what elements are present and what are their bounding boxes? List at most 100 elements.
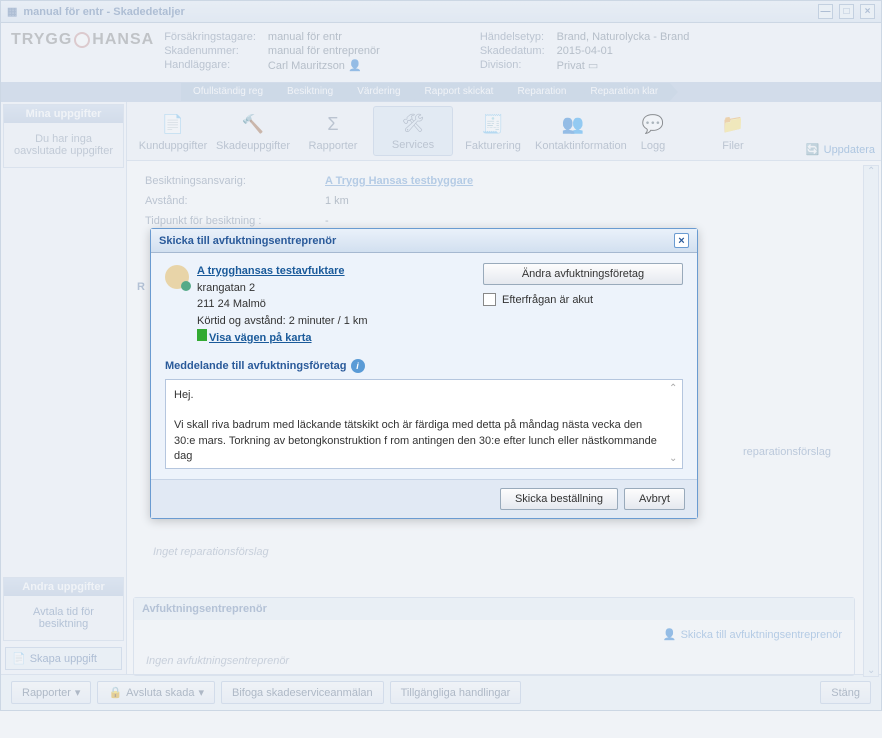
lock-icon: 🔒: [108, 686, 122, 699]
add-icon: 📄: [12, 652, 26, 665]
message-textarea[interactable]: Hej. Vi skall riva badrum med läckande t…: [165, 379, 683, 469]
invoice-icon: 🧾: [455, 112, 531, 136]
sigma-icon: Σ: [295, 112, 371, 136]
contractor-addr1: krangatan 2: [197, 282, 255, 294]
avfukt-head: Avfuktningsentreprenör: [134, 598, 854, 620]
bifoga-button[interactable]: Bifoga skadeserviceanmälan: [221, 681, 384, 704]
rep-link-partial: reparationsförslag: [743, 446, 831, 458]
rep-head-partial: R: [137, 281, 145, 293]
logo-circle-icon: [74, 32, 90, 48]
send-dialog: Skicka till avfuktningsentreprenör × A t…: [150, 228, 698, 519]
user-icon: 📄: [135, 112, 211, 136]
scrollbar[interactable]: [863, 165, 879, 677]
division-label: Division:: [480, 59, 545, 72]
step-3: Värdering: [345, 83, 412, 101]
tillganglig-button[interactable]: Tillgängliga handlingar: [390, 681, 522, 704]
sidebar: Mina uppgifter Du har inga oavslutade up…: [1, 102, 127, 674]
content-toolbar: 📄Kunduppgifter 🔨Skadeuppgifter ΣRapporte…: [127, 102, 881, 161]
dropdown-icon: ▾: [198, 686, 204, 699]
tool-rapporter[interactable]: ΣRapporter: [293, 108, 373, 156]
contractor-kortid: Körtid og avstånd: 2 minuter / 1 km: [197, 315, 368, 327]
other-tasks-panel: Andra uppgifter Avtala tid för besiktnin…: [3, 577, 124, 641]
dialog-close-button[interactable]: ×: [674, 233, 689, 248]
damage-icon: 🔨: [215, 112, 291, 136]
avfukt-empty: Ingen avfuktningsentreprenör: [146, 641, 842, 667]
handelsetyp-value: Brand, Naturolycka - Brand: [557, 31, 690, 43]
logo: TRYGGHANSA: [11, 31, 154, 49]
urgent-row[interactable]: Efterfrågan är akut: [483, 293, 683, 306]
tidpunkt-value: -: [325, 215, 329, 227]
minimize-button[interactable]: —: [818, 4, 833, 19]
change-company-button[interactable]: Ändra avfuktningsföretag: [483, 263, 683, 285]
tool-kunduppgifter[interactable]: 📄Kunduppgifter: [133, 108, 213, 156]
progress-steps: Ofullständig reg Besiktning Värdering Ra…: [1, 82, 881, 102]
create-task-button[interactable]: 📄 Skapa uppgift: [5, 647, 122, 670]
forsakring-label: Försäkringstagare:: [164, 31, 256, 43]
step-1: Ofullständig reg: [181, 83, 275, 101]
close-window-button[interactable]: ×: [860, 4, 875, 19]
step-2: Besiktning: [275, 83, 345, 101]
division-value: Privat ▭: [557, 59, 690, 72]
tool-kontakt[interactable]: 👥Kontaktinformation: [533, 108, 613, 156]
tool-filer[interactable]: 📁Filer: [693, 108, 773, 156]
folder-icon: 📁: [695, 112, 771, 136]
tidpunkt-label: Tidpunkt för besiktning :: [145, 215, 325, 227]
dialog-titlebar: Skicka till avfuktningsentreprenör ×: [151, 229, 697, 253]
other-tasks-head: Andra uppgifter: [4, 578, 123, 596]
info-icon[interactable]: i: [351, 359, 365, 373]
contractor-addr2: 211 24 Malmö: [197, 298, 266, 310]
contact-icon: 👥: [535, 112, 611, 136]
tools-icon: 🛠: [376, 111, 450, 135]
window-title: manual för entr - Skadedetaljer: [23, 6, 812, 18]
my-tasks-head: Mina uppgifter: [4, 105, 123, 123]
tool-skadeuppgifter[interactable]: 🔨Skadeuppgifter: [213, 108, 293, 156]
contractor-info: A trygghansas testavfuktare krangatan 2 …: [165, 263, 463, 347]
flag-icon: [197, 329, 207, 341]
other-tasks-body[interactable]: Avtala tid för besiktning: [4, 596, 123, 640]
handlaggare-value: Carl Mauritzson 👤: [268, 59, 380, 72]
step-4: Rapport skickat: [413, 83, 506, 101]
tool-services[interactable]: 🛠Services: [373, 106, 453, 156]
dropdown-icon: ▾: [75, 686, 81, 699]
document-icon: ▦: [7, 5, 17, 18]
my-tasks-panel: Mina uppgifter Du har inga oavslutade up…: [3, 104, 124, 168]
besiktning-link[interactable]: A Trygg Hansas testbyggare: [325, 175, 473, 187]
maximize-button[interactable]: □: [839, 4, 854, 19]
step-6: Reparation klar: [578, 83, 670, 101]
tool-fakturering[interactable]: 🧾Fakturering: [453, 108, 533, 156]
send-order-button[interactable]: Skicka beställning: [500, 488, 618, 510]
message-scrollbar[interactable]: [666, 382, 680, 466]
skadenummer-value: manual för entreprenör: [268, 45, 380, 57]
message-label: Meddelande till avfuktningsföretag i: [165, 359, 683, 373]
contractor-avatar-icon: [165, 265, 189, 289]
contractor-link[interactable]: A trygghansas testavfuktare: [197, 265, 345, 277]
dialog-title-text: Skicka till avfuktningsentreprenör: [159, 235, 674, 247]
urgent-label: Efterfrågan är akut: [502, 294, 593, 306]
avsluta-button[interactable]: 🔒Avsluta skada ▾: [97, 681, 215, 704]
skadedatum-value: 2015-04-01: [557, 45, 690, 57]
update-link[interactable]: 🔄Uppdatera: [806, 143, 875, 156]
handlaggare-label: Handläggare:: [164, 59, 256, 72]
header-info: TRYGGHANSA Försäkringstagare: manual för…: [1, 23, 881, 82]
avfukt-section: Avfuktningsentreprenör 👤Skicka till avfu…: [133, 597, 855, 676]
map-link[interactable]: Visa vägen på karta: [209, 332, 312, 344]
stang-button[interactable]: Stäng: [820, 681, 871, 704]
tool-logg[interactable]: 💬Logg: [613, 108, 693, 156]
skadedatum-label: Skadedatum:: [480, 45, 545, 57]
dialog-footer: Skicka beställning Avbryt: [151, 479, 697, 518]
log-icon: 💬: [615, 112, 691, 136]
avstand-value: 1 km: [325, 195, 349, 207]
skadenummer-label: Skadenummer:: [164, 45, 256, 57]
handelsetyp-label: Händelsetyp:: [480, 31, 545, 43]
my-tasks-body: Du har inga oavslutade uppgifter: [4, 123, 123, 167]
forsakring-value: manual för entr: [268, 31, 380, 43]
send-icon: 👤: [663, 628, 677, 641]
rep-empty: Inget reparationsförslag: [153, 546, 269, 558]
rapporter-button[interactable]: Rapporter ▾: [11, 681, 91, 704]
message-text: Hej. Vi skall riva badrum med läckande t…: [174, 388, 674, 465]
refresh-icon: 🔄: [806, 143, 820, 156]
avstand-label: Avstånd:: [145, 195, 325, 207]
cancel-button[interactable]: Avbryt: [624, 488, 685, 510]
avfukt-send-link[interactable]: 👤Skicka till avfuktningsentreprenör: [663, 628, 842, 641]
urgent-checkbox[interactable]: [483, 293, 496, 306]
